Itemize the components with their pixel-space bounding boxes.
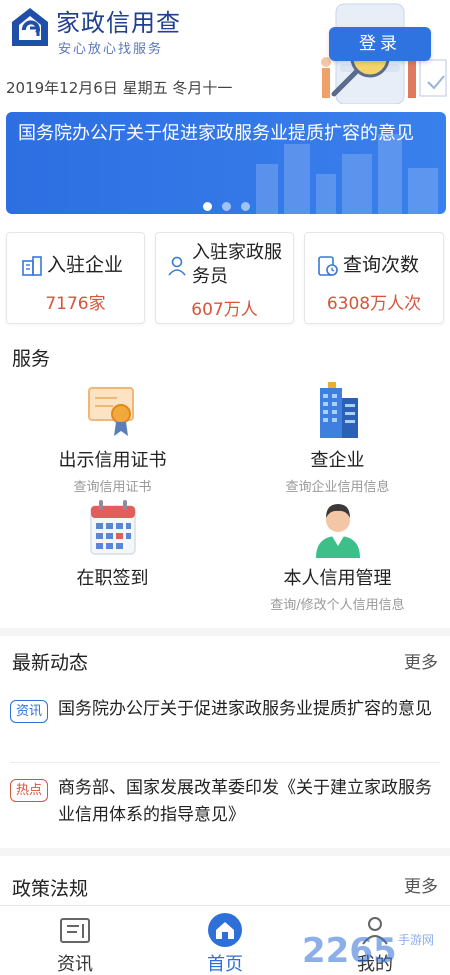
stat-label: 查询次数: [343, 254, 420, 276]
service-name: 本人信用管理: [283, 568, 392, 589]
stat-label: 入驻家政服务员: [192, 242, 282, 287]
svg-text:2265: 2265: [302, 931, 397, 971]
carousel-indicator: [6, 196, 446, 214]
news-more-link[interactable]: 更多: [404, 648, 438, 673]
carousel-dot[interactable]: [240, 202, 250, 211]
news-item[interactable]: 热点 商务部、国家发展改革委印发《关于建立家政服务业信用体系的指导意见》: [10, 775, 440, 831]
tab-home[interactable]: 首页: [150, 906, 300, 975]
stat-card-enterprises[interactable]: 入驻企业 7176家: [6, 232, 145, 324]
service-desc: 查询企业信用信息: [285, 480, 390, 495]
service-check-enterprise[interactable]: 查企业 查询企业信用信息: [225, 380, 450, 495]
stat-label: 入驻企业: [47, 254, 124, 276]
watermark-logo: 2265 手游网: [302, 931, 434, 971]
service-personal-credit[interactable]: 本人信用管理 查询/修改个人信用信息: [225, 498, 450, 613]
office-building-icon: [319, 382, 358, 438]
policy-more-link[interactable]: 更多: [404, 872, 438, 897]
news-item[interactable]: 资讯 国务院办公厅关于促进家政服务业提质扩容的意见: [10, 696, 440, 752]
stat-card-workers[interactable]: 入驻家政服务员 607万人: [155, 232, 294, 324]
service-attendance-checkin[interactable]: 在职签到: [0, 498, 225, 590]
services-section-title: 服务: [12, 348, 51, 370]
news-tag: 资讯: [10, 700, 48, 723]
section-divider: [0, 848, 450, 856]
stat-value: 6308万人次: [326, 294, 422, 314]
building-icon: [22, 256, 42, 276]
svg-text:手游网: 手游网: [398, 933, 434, 947]
calendar-icon: [89, 500, 136, 555]
service-desc: 查询/修改个人信用信息: [270, 598, 405, 613]
service-name: 查企业: [310, 450, 365, 471]
news-title: 商务部、国家发展改革委印发《关于建立家政服务业信用体系的指导意见》: [58, 778, 432, 825]
tab-label: 首页: [207, 954, 243, 975]
app-header: 家政信用查 安心放心找服务 登录 2019年12月6日 星期五 冬月十一: [0, 0, 450, 108]
app-title: 家政信用查: [56, 9, 181, 37]
tab-news[interactable]: 资讯: [0, 906, 150, 975]
user-avatar-icon: [315, 504, 360, 558]
person-icon: [168, 256, 186, 276]
app-subtitle: 安心放心找服务: [58, 42, 164, 57]
date-display: 2019年12月6日 星期五 冬月十一: [6, 79, 233, 97]
list-divider: [10, 762, 440, 763]
banner-headline[interactable]: 国务院办公厅关于促进家政服务业提质扩容的意见: [18, 120, 436, 148]
home-icon: [208, 913, 242, 947]
certificate-icon: [87, 387, 134, 436]
carousel-dot[interactable]: [202, 202, 212, 211]
service-show-certificate[interactable]: 出示信用证书 查询信用证书: [0, 380, 225, 495]
carousel-dot[interactable]: [221, 202, 231, 211]
service-name: 出示信用证书: [58, 450, 167, 471]
news-icon: [60, 918, 90, 943]
news-banner[interactable]: 国务院办公厅关于促进家政服务业提质扩容的意见: [6, 112, 446, 214]
news-tag: 热点: [10, 779, 48, 802]
query-clock-icon: [318, 256, 338, 276]
news-title: 国务院办公厅关于促进家政服务业提质扩容的意见: [58, 699, 432, 719]
tab-label: 资讯: [57, 954, 93, 975]
service-name: 在职签到: [76, 568, 149, 589]
stat-value: 607万人: [191, 300, 258, 320]
service-desc: 查询信用证书: [73, 480, 152, 495]
login-button[interactable]: 登录: [329, 27, 431, 61]
news-section-title: 最新动态: [12, 652, 89, 674]
app-logo-icon: [12, 8, 48, 46]
stat-value: 7176家: [45, 294, 106, 314]
policy-section-title: 政策法规: [12, 878, 89, 900]
section-divider: [0, 628, 450, 636]
stat-card-queries[interactable]: 查询次数 6308万人次: [304, 232, 444, 324]
